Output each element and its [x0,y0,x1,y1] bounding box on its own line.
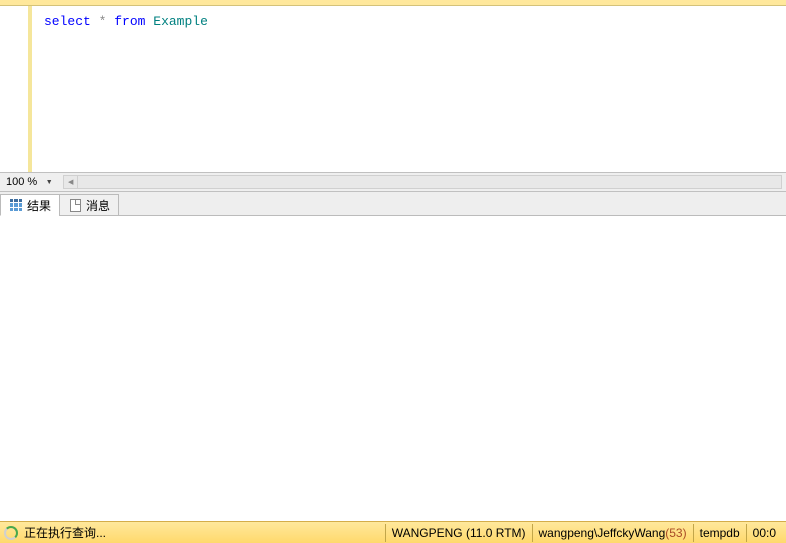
status-user: wangpeng\JeffckyWang (53) [532,524,693,542]
status-elapsed: 00:0 [746,524,782,542]
sql-wildcard: * [99,14,107,29]
tab-messages[interactable]: 消息 [59,194,119,216]
zoom-bar: 100 % ▼ ◀ [0,172,786,192]
tab-label: 结果 [27,197,51,214]
sql-keyword: select [44,14,91,29]
grid-icon [9,198,23,212]
horizontal-scroll-track[interactable]: ◀ [63,175,782,189]
results-tabs: 结果 消息 [0,192,786,216]
status-executing: 正在执行查询... [24,524,106,541]
status-server: WANGPENG (11.0 RTM) [385,524,532,542]
zoom-dropdown[interactable]: ▼ [43,176,55,188]
sql-text[interactable]: select * from Example [32,6,786,172]
scroll-left-button[interactable]: ◀ [64,176,78,188]
document-icon [68,198,82,212]
spinner-icon [4,526,18,540]
sql-keyword: from [114,14,145,29]
status-bar: 正在执行查询... WANGPENG (11.0 RTM) wangpeng\J… [0,521,786,543]
tab-results[interactable]: 结果 [0,194,60,216]
session-id: (53) [665,526,686,540]
query-editor[interactable]: select * from Example [0,6,786,172]
zoom-level: 100 % [4,176,39,188]
tab-label: 消息 [86,197,110,214]
results-panel [0,216,786,521]
sql-table: Example [153,14,208,29]
editor-gutter [0,6,32,172]
status-database: tempdb [693,524,746,542]
